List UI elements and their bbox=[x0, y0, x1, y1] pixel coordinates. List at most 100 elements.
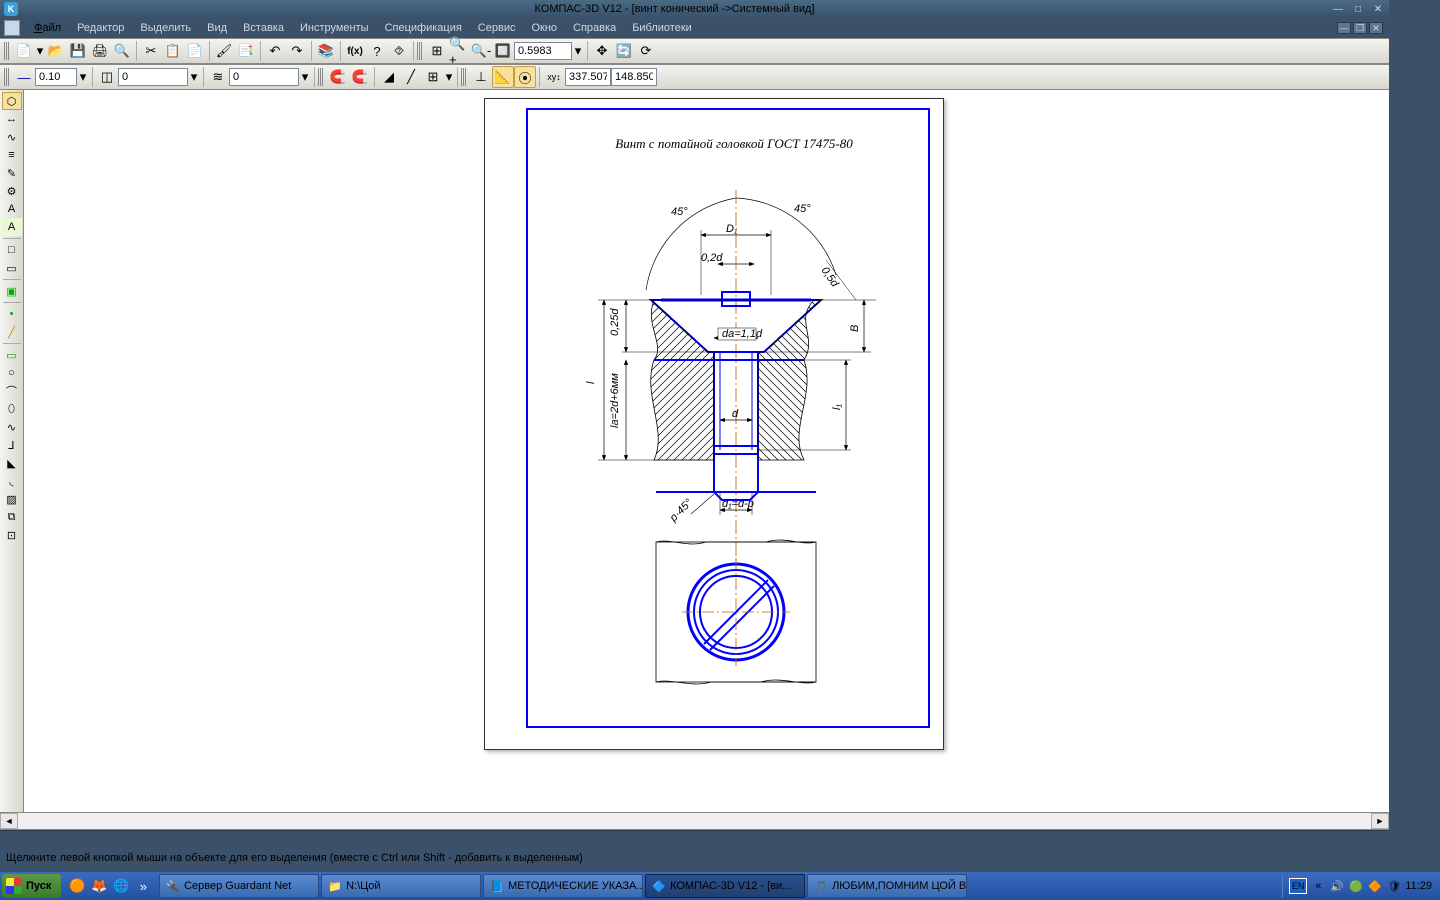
menu-help[interactable]: Справка bbox=[565, 20, 624, 36]
edit-tool-button[interactable]: ✎ bbox=[2, 164, 22, 182]
scroll-right-button[interactable]: ► bbox=[1371, 813, 1389, 829]
line-button[interactable]: ╱ bbox=[2, 323, 22, 341]
fillet-button[interactable]: ◟ bbox=[2, 472, 22, 490]
mdi-restore-button[interactable]: ❐ bbox=[1353, 22, 1367, 34]
tray-icon[interactable]: 🟢 bbox=[1348, 878, 1364, 894]
minimize-button[interactable]: — bbox=[1331, 3, 1345, 15]
rect-button[interactable]: ▭ bbox=[2, 346, 22, 364]
new-button[interactable]: 📄 bbox=[13, 40, 35, 62]
zoom-all-button[interactable]: ⊞ bbox=[426, 40, 448, 62]
task-kompas[interactable]: 🔷КОМПАС-3D V12 - [ви... bbox=[645, 874, 805, 898]
scroll-track[interactable] bbox=[18, 813, 1371, 829]
tray-icon[interactable]: 🛡 bbox=[1386, 878, 1402, 894]
redo-button[interactable]: ↷ bbox=[286, 40, 308, 62]
quicklaunch-firefox-icon[interactable]: 🦊 bbox=[89, 876, 109, 896]
task-explorer[interactable]: 📁N:\Цой bbox=[321, 874, 481, 898]
layers-button[interactable]: ≋ bbox=[207, 66, 229, 88]
pan-button[interactable]: ✥ bbox=[591, 40, 613, 62]
hatch-button[interactable]: ▨ bbox=[2, 490, 22, 508]
quicklaunch-expand-icon[interactable]: » bbox=[133, 876, 153, 896]
dim-tool-button[interactable]: ↔ bbox=[2, 110, 22, 128]
copy-button[interactable]: 📋 bbox=[162, 40, 184, 62]
mdi-minimize-button[interactable]: — bbox=[1337, 22, 1351, 34]
spline-button[interactable]: ∿ bbox=[2, 418, 22, 436]
library-manager-button[interactable]: 📚 bbox=[315, 40, 337, 62]
zoom-out-button[interactable]: 🔍- bbox=[470, 40, 492, 62]
snap-end-button[interactable]: ◢ bbox=[378, 66, 400, 88]
ellipse-button[interactable]: ⬯ bbox=[2, 400, 22, 418]
measure-tool-button[interactable]: A bbox=[2, 200, 22, 218]
menu-insert[interactable]: Вставка bbox=[235, 20, 292, 36]
task-word[interactable]: 📘МЕТОДИЧЕСКИЕ УКАЗА... bbox=[483, 874, 643, 898]
task-guardant[interactable]: 🔌Сервер Guardant Net bbox=[159, 874, 319, 898]
lang-indicator[interactable]: EN bbox=[1289, 878, 1307, 894]
menu-tools[interactable]: Инструменты bbox=[292, 20, 377, 36]
toolbar-grip-icon[interactable] bbox=[318, 68, 324, 86]
close-button[interactable]: ✕ bbox=[1371, 3, 1385, 15]
lineweight-input[interactable] bbox=[35, 68, 77, 86]
menu-select[interactable]: Выделить bbox=[132, 20, 199, 36]
new-dropdown-icon[interactable]: ▾ bbox=[35, 40, 45, 62]
drawing-canvas[interactable]: Винт с потайной головкой ГОСТ 17475-80 bbox=[24, 90, 1389, 812]
select-tool-button[interactable]: A bbox=[2, 218, 22, 236]
zoom-window-button[interactable]: 🔲 bbox=[492, 40, 514, 62]
rotate-button[interactable]: 🔄 bbox=[613, 40, 635, 62]
copy-props-button[interactable]: 🖌 bbox=[213, 40, 235, 62]
help-button[interactable]: ? bbox=[366, 40, 388, 62]
symbols-tool-button[interactable]: ∿ bbox=[2, 128, 22, 146]
quicklaunch-icon[interactable]: 🟠 bbox=[67, 876, 87, 896]
insert-tool-button[interactable]: ▣ bbox=[2, 282, 22, 300]
state-dropdown-icon[interactable]: ▾ bbox=[299, 66, 311, 88]
state-input[interactable] bbox=[229, 68, 299, 86]
menu-service[interactable]: Сервис bbox=[470, 20, 524, 36]
collect-button[interactable]: ⊡ bbox=[2, 526, 22, 544]
toolbar-grip-icon[interactable] bbox=[417, 42, 423, 60]
undo-button[interactable]: ↶ bbox=[264, 40, 286, 62]
system-tray[interactable]: EN « 🔊 🟢 🔶 🛡 11:29 bbox=[1282, 874, 1438, 898]
circle-button[interactable]: ○ bbox=[2, 364, 22, 382]
menu-libs[interactable]: Библиотеки bbox=[624, 20, 700, 36]
polyline-button[interactable]: ⅃ bbox=[2, 436, 22, 454]
variables-button[interactable]: f(x) bbox=[344, 40, 366, 62]
toolbar-grip-icon[interactable] bbox=[4, 68, 10, 86]
toolbar-grip-icon[interactable] bbox=[461, 68, 467, 86]
ortho-button[interactable]: ⊥ bbox=[470, 66, 492, 88]
mdi-close-button[interactable]: ✕ bbox=[1369, 22, 1383, 34]
zoom-dropdown-icon[interactable]: ▾ bbox=[572, 40, 584, 62]
snap-mid-button[interactable]: ╱ bbox=[400, 66, 422, 88]
save-button[interactable]: 💾 bbox=[67, 40, 89, 62]
geometry-tool-button[interactable]: ⬡ bbox=[2, 92, 22, 110]
layer-input[interactable] bbox=[118, 68, 188, 86]
magnet-on-button[interactable]: 🧲 bbox=[327, 66, 349, 88]
menu-file[interactable]: Файл bbox=[26, 20, 69, 36]
cut-button[interactable]: ✂ bbox=[140, 40, 162, 62]
snap-grid-button[interactable]: ⊞ bbox=[422, 66, 444, 88]
tray-expand-icon[interactable]: « bbox=[1310, 878, 1326, 894]
start-button[interactable]: Пуск bbox=[2, 874, 61, 898]
maximize-button[interactable]: □ bbox=[1351, 3, 1365, 15]
preview-button[interactable]: 🔍 bbox=[111, 40, 133, 62]
snap-grid-dropdown-icon[interactable]: ▾ bbox=[444, 66, 454, 88]
horizontal-scrollbar[interactable]: ◄ ► bbox=[0, 812, 1389, 830]
task-music[interactable]: 🎵ЛЮБИМ,ПОМНИМ ЦОЙ В. bbox=[807, 874, 967, 898]
text-tool-button[interactable]: ≡ bbox=[2, 146, 22, 164]
layer-dropdown-icon[interactable]: ▾ bbox=[188, 66, 200, 88]
layer-icon[interactable]: ◫ bbox=[96, 66, 118, 88]
toolbar-grip-icon[interactable] bbox=[4, 42, 10, 60]
menu-edit[interactable]: Редактор bbox=[69, 20, 132, 36]
scroll-left-button[interactable]: ◄ bbox=[0, 813, 18, 829]
magnet-off-button[interactable]: 🧲 bbox=[349, 66, 371, 88]
param-tool-button[interactable]: ⚙ bbox=[2, 182, 22, 200]
properties-button[interactable]: 📑 bbox=[235, 40, 257, 62]
refresh-button[interactable]: ⟳ bbox=[635, 40, 657, 62]
zoom-in-button[interactable]: 🔍+ bbox=[448, 40, 470, 62]
document-icon[interactable] bbox=[4, 20, 20, 36]
print-button[interactable]: 🖨 bbox=[89, 40, 111, 62]
local-cs-button[interactable]: 📐 bbox=[492, 66, 514, 88]
arc-button[interactable]: ⌒ bbox=[2, 382, 22, 400]
tray-icon[interactable]: 🔶 bbox=[1367, 878, 1383, 894]
menu-view[interactable]: Вид bbox=[199, 20, 235, 36]
tray-icon[interactable]: 🔊 bbox=[1329, 878, 1345, 894]
reports-tool-button[interactable]: ▭ bbox=[2, 259, 22, 277]
open-button[interactable]: 📂 bbox=[45, 40, 67, 62]
